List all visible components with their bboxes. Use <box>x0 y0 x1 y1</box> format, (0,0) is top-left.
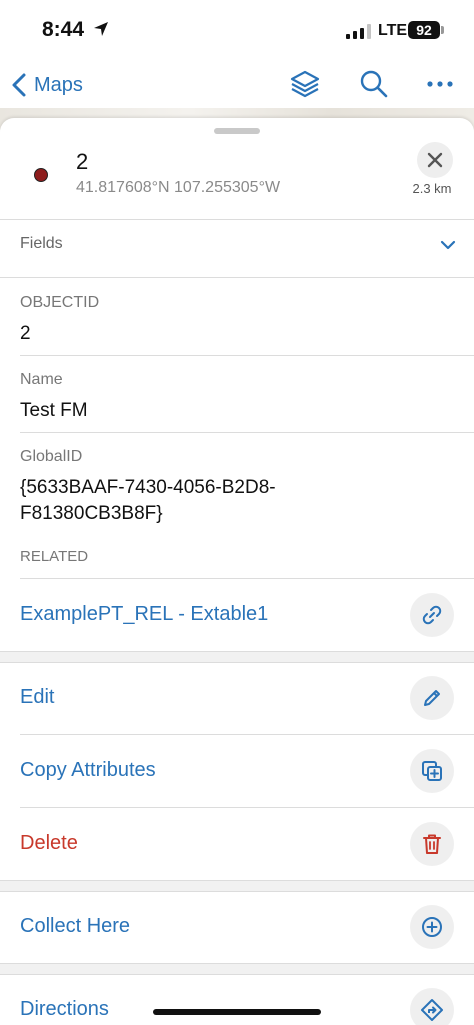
divider <box>0 277 474 278</box>
close-button[interactable] <box>417 142 453 178</box>
field-label-globalid: GlobalID <box>20 448 83 465</box>
status-time: 8:44 <box>42 18 85 41</box>
close-icon <box>427 152 443 168</box>
divider <box>20 432 474 433</box>
copy-attributes-label: Copy Attributes <box>20 759 156 781</box>
more-options-icon[interactable] <box>424 68 456 100</box>
related-record-row[interactable]: ExamplePT_REL - Extable1 <box>0 579 474 651</box>
directions-icon <box>421 999 443 1021</box>
divider <box>20 355 474 356</box>
add-circle-icon <box>422 917 442 937</box>
fields-section-label: Fields <box>20 235 63 252</box>
feature-distance: 2.3 km <box>412 181 452 196</box>
collect-here-label: Collect Here <box>20 915 131 937</box>
collect-here-button[interactable] <box>410 905 454 949</box>
chevron-down-icon <box>440 240 456 250</box>
link-icon <box>422 605 442 625</box>
directions-row[interactable]: Directions <box>0 974 474 1025</box>
battery-cap <box>441 26 444 34</box>
trash-icon <box>423 834 441 854</box>
related-record-label: ExamplePT_REL - Extable1 <box>20 603 269 625</box>
field-label-name: Name <box>20 371 63 388</box>
delete-label: Delete <box>20 832 78 854</box>
field-value-globalid-line1: {5633BAAF-7430-4056-B2D8- <box>20 477 276 498</box>
signal-strength-icon <box>346 24 371 39</box>
field-label-objectid: OBJECTID <box>20 294 100 311</box>
back-label: Maps <box>34 73 83 96</box>
field-value-name: Test FM <box>20 400 88 421</box>
field-value-objectid: 2 <box>20 323 31 344</box>
edit-button[interactable] <box>410 676 454 720</box>
edit-label: Edit <box>20 686 55 708</box>
back-button[interactable]: Maps <box>10 70 83 100</box>
delete-row[interactable]: Delete <box>0 808 474 880</box>
edit-row[interactable]: Edit <box>0 662 474 734</box>
directions-label: Directions <box>20 998 109 1020</box>
search-icon[interactable] <box>358 68 390 100</box>
home-indicator[interactable] <box>153 1009 321 1015</box>
feature-symbol-icon <box>34 168 48 182</box>
field-value-globalid-line2: F81380CB3B8F} <box>20 503 163 524</box>
pencil-icon <box>424 690 440 706</box>
status-bar: 8:44 LTE 92 <box>0 0 474 60</box>
chevron-left-icon <box>12 73 26 97</box>
sheet-grabber-handle[interactable] <box>214 128 260 134</box>
delete-button[interactable] <box>410 822 454 866</box>
fields-section-header[interactable]: Fields <box>0 220 474 276</box>
navigation-bar: Maps <box>0 60 474 108</box>
directions-button[interactable] <box>410 988 454 1025</box>
copy-add-icon <box>422 761 442 781</box>
layers-icon[interactable] <box>289 68 321 100</box>
network-type: LTE <box>378 22 408 39</box>
collect-here-row[interactable]: Collect Here <box>0 891 474 963</box>
related-section-label: RELATED <box>20 548 89 565</box>
battery-level: 92 <box>408 21 440 39</box>
related-record-button[interactable] <box>410 593 454 637</box>
feature-popup-sheet: 2 41.817608°N 107.255305°W 2.3 km Fields… <box>0 118 474 1025</box>
location-arrow-icon <box>94 22 108 36</box>
copy-attributes-button[interactable] <box>410 749 454 793</box>
feature-title: 2 <box>76 149 89 174</box>
feature-coordinates: 41.817608°N 107.255305°W <box>76 179 281 196</box>
copy-attributes-row[interactable]: Copy Attributes <box>0 735 474 807</box>
